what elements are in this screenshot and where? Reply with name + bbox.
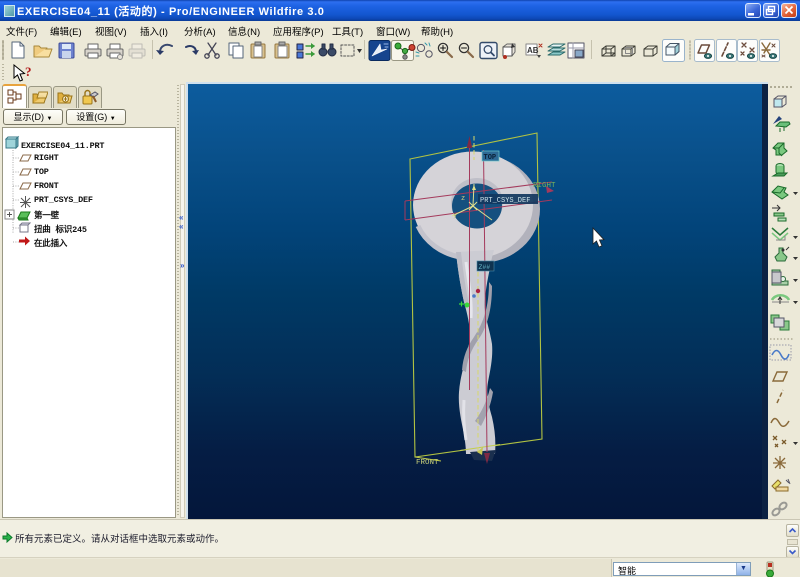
- svg-text:z: z: [461, 195, 465, 203]
- svg-text:Z##: Z##: [479, 264, 491, 271]
- svg-text:?: ?: [25, 64, 32, 79]
- svg-text:TOP: TOP: [484, 154, 497, 162]
- svg-text:AB: AB: [527, 46, 539, 55]
- svg-text:y: y: [453, 212, 457, 220]
- svg-text:RIGHT: RIGHT: [533, 182, 556, 190]
- svg-text:PRT_CSYS_DEF: PRT_CSYS_DEF: [480, 197, 530, 205]
